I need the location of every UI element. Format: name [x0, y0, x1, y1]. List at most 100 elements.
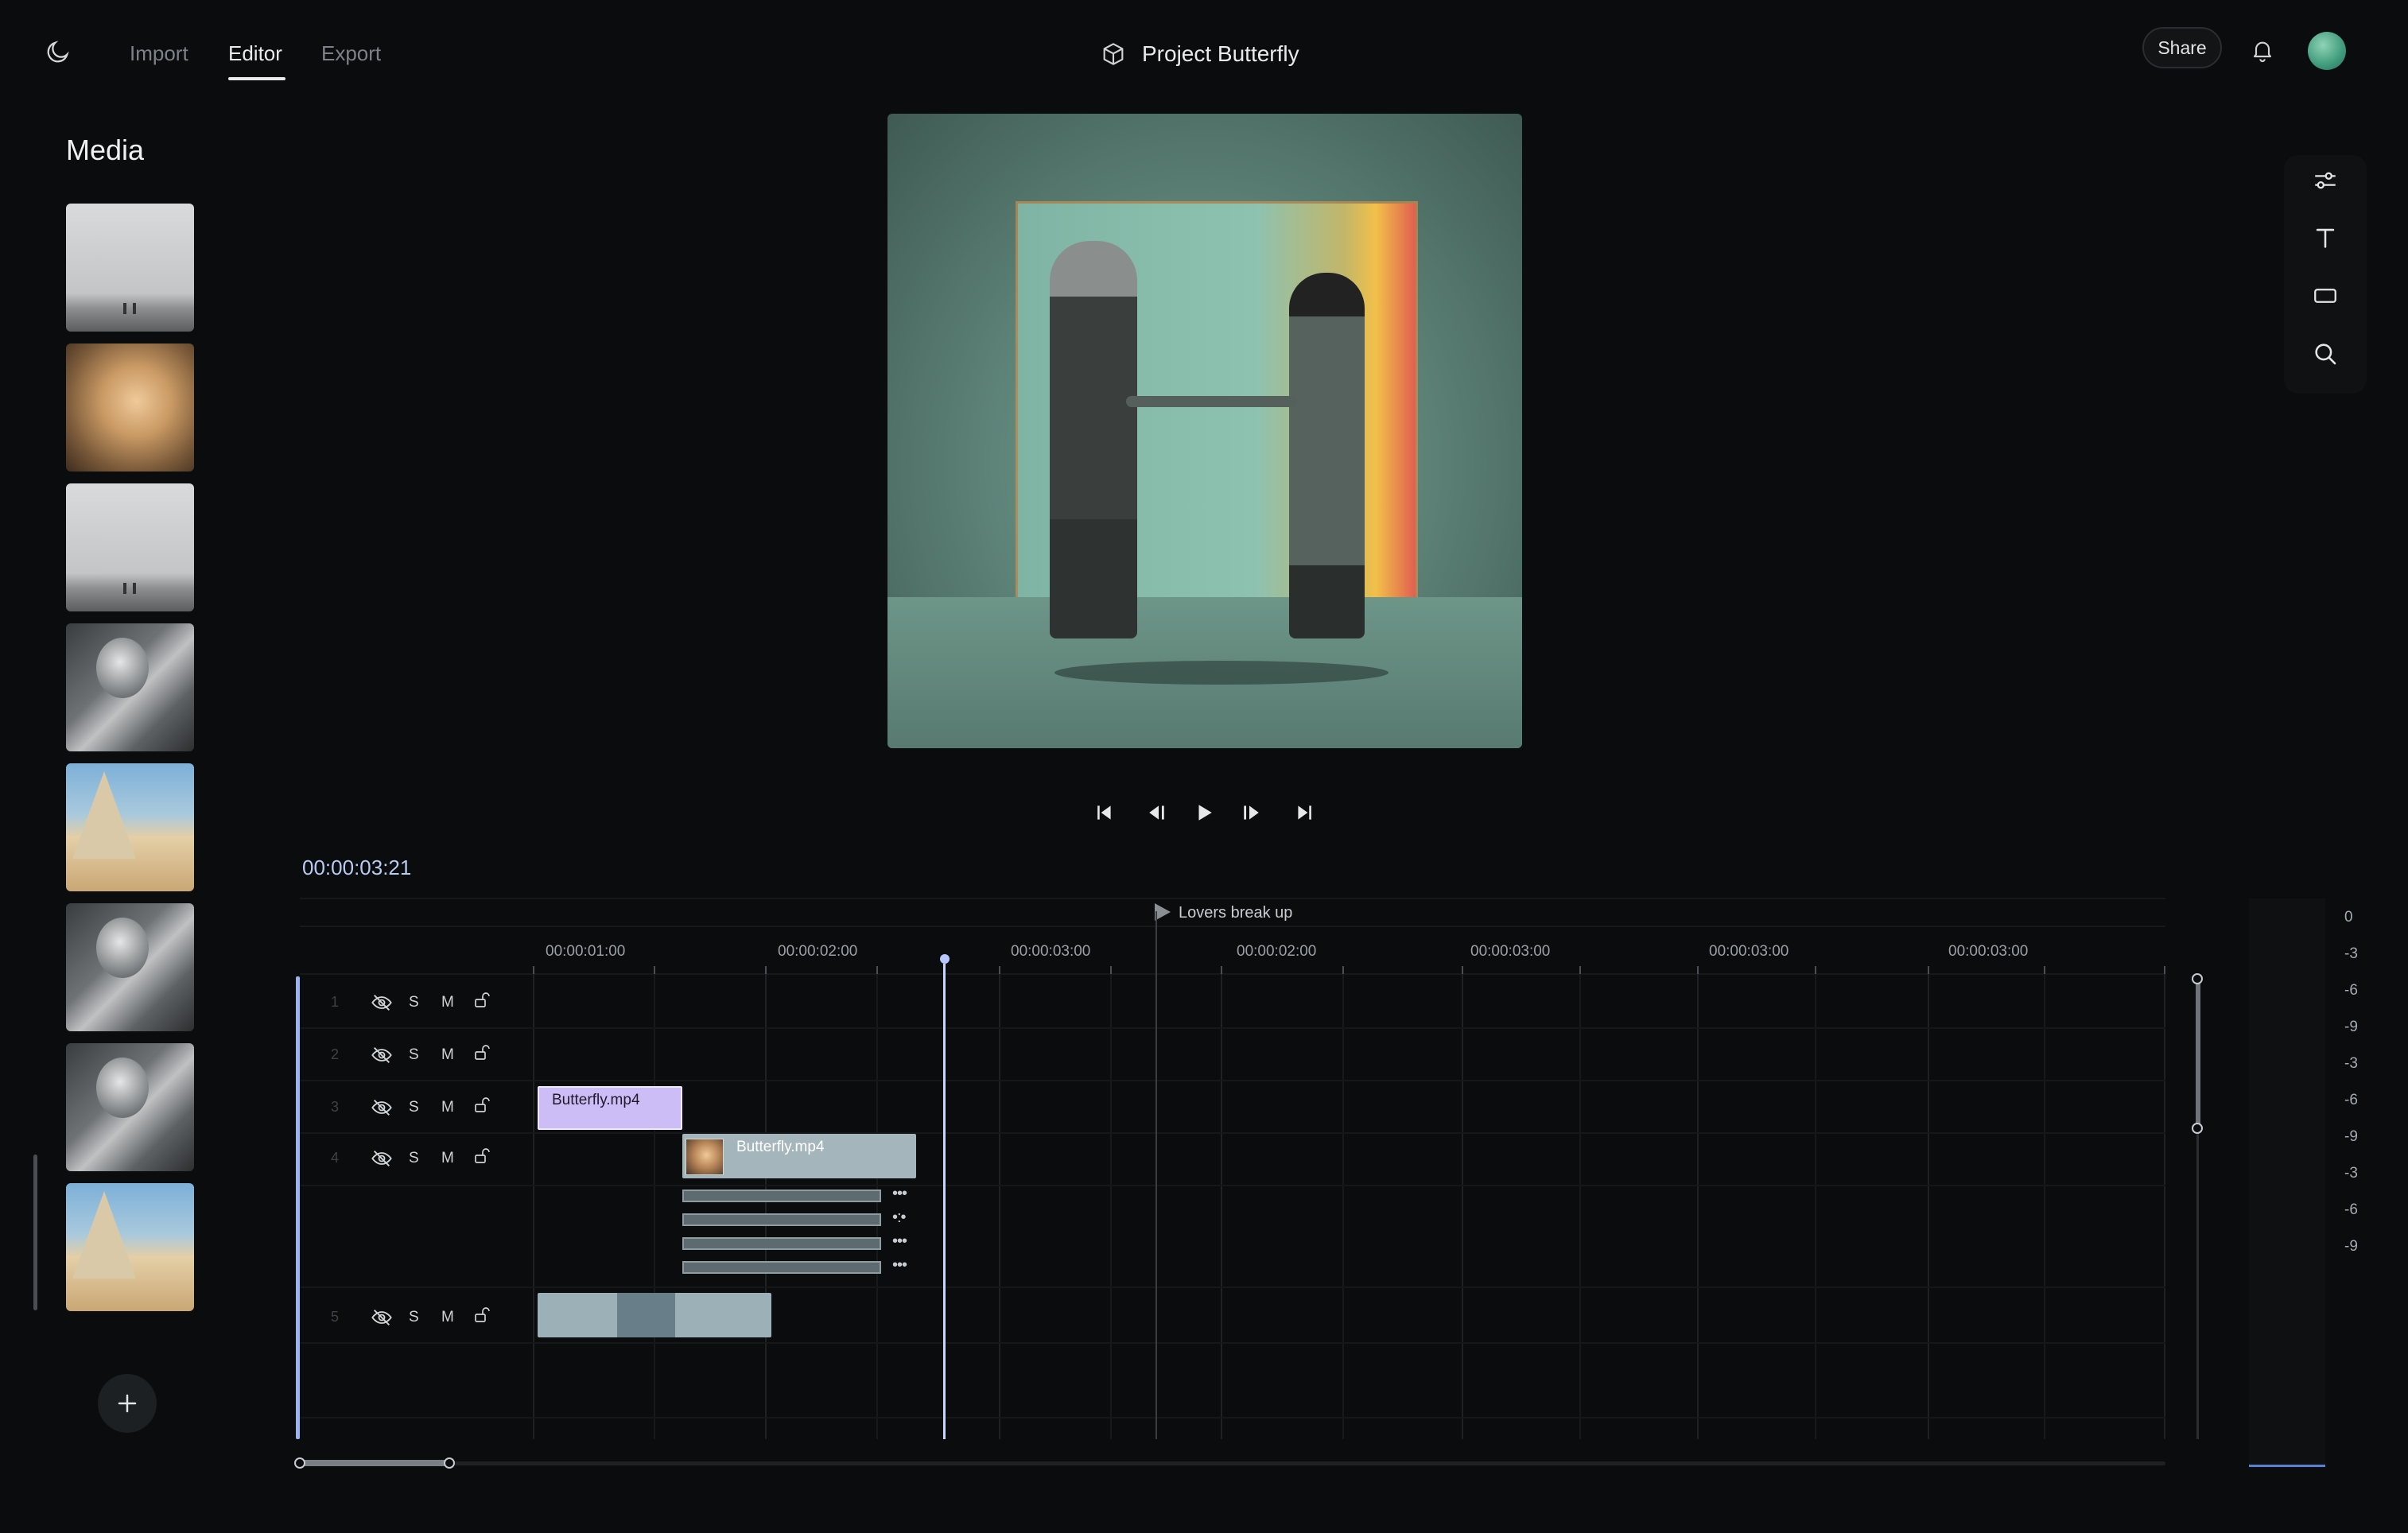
- media-thumbnail[interactable]: [66, 903, 194, 1031]
- unlock-icon[interactable]: [472, 991, 491, 1010]
- track-separator: [300, 1132, 2165, 1134]
- mute-toggle[interactable]: M: [441, 1309, 454, 1326]
- unlock-icon[interactable]: [472, 1147, 491, 1166]
- mute-toggle[interactable]: M: [441, 1150, 454, 1167]
- marker-line: [1155, 911, 1157, 1439]
- vertical-zoom-thumb[interactable]: [2196, 980, 2200, 1131]
- grid-line: [2044, 974, 2045, 1439]
- media-thumbnail[interactable]: [66, 623, 194, 751]
- playhead-handle[interactable]: [940, 954, 950, 964]
- vertical-zoom-handle-top[interactable]: [2192, 973, 2203, 984]
- tab-import[interactable]: Import: [130, 41, 188, 66]
- step-back-button[interactable]: [1145, 799, 1172, 826]
- skip-start-icon: [1097, 805, 1111, 820]
- meter-label: 0: [2344, 909, 2353, 926]
- unlock-icon[interactable]: [472, 1096, 491, 1115]
- sub-clip[interactable]: [682, 1261, 881, 1274]
- marker-flag-icon[interactable]: [1155, 903, 1171, 921]
- skip-to-end-button[interactable]: [1291, 799, 1318, 826]
- bell-icon[interactable]: [2250, 37, 2275, 64]
- eye-off-icon[interactable]: [371, 1149, 393, 1168]
- solo-toggle[interactable]: S: [409, 994, 419, 1011]
- horizontal-scroll-handle-right[interactable]: [444, 1457, 455, 1469]
- ruler-tick: [533, 966, 534, 974]
- horizontal-scroll-thumb[interactable]: [300, 1460, 449, 1466]
- eye-off-icon[interactable]: [371, 1046, 393, 1065]
- current-timecode: 00:00:03:21: [302, 856, 412, 879]
- media-thumbnail[interactable]: [66, 483, 194, 611]
- meter-label: -3: [2344, 945, 2358, 962]
- grid-line: [533, 974, 534, 1439]
- ruler-label: 00:00:01:00: [546, 943, 626, 960]
- meter-label: -9: [2344, 1128, 2358, 1145]
- ruler-tick: [1221, 966, 1222, 974]
- horizontal-scroll-track[interactable]: [300, 1461, 2165, 1465]
- eye-off-icon[interactable]: [371, 1098, 393, 1117]
- playhead[interactable]: [943, 964, 946, 1439]
- meter-label: -9: [2344, 1019, 2358, 1035]
- grid-line: [654, 974, 655, 1439]
- eye-off-icon[interactable]: [371, 993, 393, 1012]
- grid-line: [765, 974, 767, 1439]
- ruler-tick: [1579, 966, 1581, 974]
- share-button[interactable]: Share: [2142, 27, 2222, 68]
- more-options-icon[interactable]: •••: [892, 1256, 907, 1275]
- horizontal-scroll-handle-left[interactable]: [294, 1457, 305, 1469]
- ruler-tick: [1697, 966, 1699, 974]
- solo-toggle[interactable]: S: [409, 1150, 419, 1167]
- media-thumbnail[interactable]: [66, 1183, 194, 1311]
- more-options-icon[interactable]: •:•: [892, 1209, 907, 1227]
- media-thumbnail[interactable]: [66, 343, 194, 472]
- grid-line: [1221, 974, 1222, 1439]
- sub-clip[interactable]: [682, 1237, 881, 1250]
- track-separator: [300, 1342, 2165, 1344]
- cube-icon: [1103, 43, 1124, 65]
- unlock-icon[interactable]: [472, 1306, 491, 1325]
- mute-toggle[interactable]: M: [441, 1046, 454, 1064]
- rectangle-tool-icon[interactable]: [2312, 282, 2339, 309]
- track-number: 3: [331, 1099, 340, 1115]
- sub-clip[interactable]: [682, 1190, 881, 1202]
- clip-selected[interactable]: Butterfly.mp4: [538, 1086, 682, 1130]
- tab-editor[interactable]: Editor: [228, 41, 282, 66]
- track-separator: [300, 1027, 2165, 1029]
- track-number: 5: [331, 1309, 340, 1325]
- media-thumbnail[interactable]: [66, 1043, 194, 1171]
- media-thumbnail[interactable]: [66, 763, 194, 891]
- tab-export[interactable]: Export: [321, 41, 381, 66]
- audio-clip[interactable]: [538, 1293, 771, 1337]
- vertical-zoom-handle-bottom[interactable]: [2192, 1123, 2203, 1134]
- solo-toggle[interactable]: S: [409, 1309, 419, 1326]
- add-media-button[interactable]: [98, 1374, 157, 1433]
- solo-toggle[interactable]: S: [409, 1099, 419, 1116]
- grid-line: [1928, 974, 1929, 1439]
- step-forward-button[interactable]: [1236, 799, 1263, 826]
- grid-line: [1815, 974, 1816, 1439]
- grid-line: [1579, 974, 1581, 1439]
- search-icon[interactable]: [2312, 340, 2339, 367]
- theme-moon-icon[interactable]: [45, 38, 72, 65]
- adjustments-icon[interactable]: [2312, 167, 2339, 194]
- more-options-icon[interactable]: •••: [892, 1185, 907, 1203]
- sub-clip[interactable]: [682, 1213, 881, 1226]
- solo-toggle[interactable]: S: [409, 1046, 419, 1064]
- ruler-label: 00:00:03:00: [1709, 943, 1789, 960]
- track-separator: [300, 1080, 2165, 1081]
- play-button[interactable]: [1190, 799, 1218, 826]
- mute-toggle[interactable]: M: [441, 994, 454, 1011]
- clip[interactable]: Butterfly.mp4: [682, 1134, 916, 1178]
- grid-line: [1110, 974, 1112, 1439]
- ruler-label: 00:00:02:00: [1237, 943, 1317, 960]
- text-tool-icon[interactable]: [2312, 224, 2339, 251]
- eye-off-icon[interactable]: [371, 1308, 393, 1327]
- skip-to-start-button[interactable]: [1091, 799, 1118, 826]
- more-options-icon[interactable]: •••: [892, 1232, 907, 1251]
- media-thumbnail[interactable]: [66, 204, 194, 332]
- ruler-tick: [765, 966, 767, 974]
- unlock-icon[interactable]: [472, 1043, 491, 1062]
- mute-toggle[interactable]: M: [441, 1099, 454, 1116]
- avatar[interactable]: [2308, 32, 2346, 70]
- video-preview[interactable]: [887, 114, 1522, 748]
- ruler-label: 00:00:03:00: [1470, 943, 1551, 960]
- media-scrollbar[interactable]: [33, 1155, 37, 1310]
